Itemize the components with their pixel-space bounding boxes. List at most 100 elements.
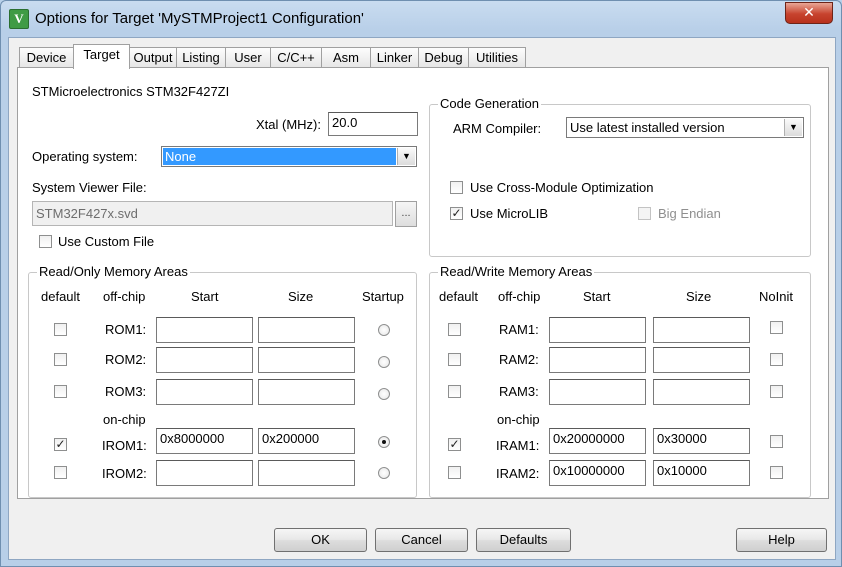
- use-custom-file-label: Use Custom File: [58, 234, 155, 249]
- chevron-down-icon[interactable]: ▼: [784, 119, 802, 136]
- irom2-start-input[interactable]: [156, 460, 253, 486]
- iram2-size-input[interactable]: 0x10000: [653, 460, 750, 486]
- ram1-default-checkbox[interactable]: [448, 323, 461, 336]
- big-endian-checkbox: [638, 207, 651, 220]
- ok-button[interactable]: OK: [274, 528, 367, 552]
- svd-input: STM32F427x.svd: [32, 201, 393, 226]
- tab-output[interactable]: Output: [129, 47, 177, 68]
- irom2-default-checkbox[interactable]: [54, 466, 67, 479]
- iram1-size-input[interactable]: 0x30000: [653, 428, 750, 454]
- iram2-noinit-checkbox[interactable]: [770, 466, 783, 479]
- arm-compiler-label: ARM Compiler:: [453, 121, 542, 136]
- ram1-noinit-checkbox[interactable]: [770, 321, 783, 334]
- rom2-startup-radio[interactable]: [378, 356, 390, 368]
- tab-user[interactable]: User: [225, 47, 271, 68]
- iram2-default-checkbox[interactable]: [448, 466, 461, 479]
- ram1-start-input[interactable]: [549, 317, 646, 343]
- use-microlib-checkbox[interactable]: ✓: [450, 207, 463, 220]
- tab-debug[interactable]: Debug: [418, 47, 469, 68]
- tab-cpp[interactable]: C/C++: [270, 47, 322, 68]
- ram2-noinit-checkbox[interactable]: [770, 353, 783, 366]
- ram3-default-checkbox[interactable]: [448, 385, 461, 398]
- rom3-start-input[interactable]: [156, 379, 253, 405]
- tab-utilities[interactable]: Utilities: [468, 47, 526, 68]
- rom2-size-input[interactable]: [258, 347, 355, 373]
- keil-app-icon: V: [9, 9, 29, 29]
- rom1-startup-radio[interactable]: [378, 324, 390, 336]
- rom1-size-input[interactable]: [258, 317, 355, 343]
- rom1-start-input[interactable]: [156, 317, 253, 343]
- code-generation-title: Code Generation: [438, 96, 542, 111]
- rom2-start-input[interactable]: [156, 347, 253, 373]
- ram1-size-input[interactable]: [653, 317, 750, 343]
- ram3-size-input[interactable]: [653, 379, 750, 405]
- use-custom-file-checkbox[interactable]: [39, 235, 52, 248]
- irom2-label: IROM2:: [102, 466, 147, 481]
- readwrite-memory-title: Read/Write Memory Areas: [438, 264, 595, 279]
- ram3-start-input[interactable]: [549, 379, 646, 405]
- dialog-client: Device Target Output Listing User C/C++ …: [8, 37, 836, 560]
- rom-header-startup: Startup: [362, 289, 404, 304]
- cross-module-optimization-label: Use Cross-Module Optimization: [470, 180, 654, 195]
- tab-listing[interactable]: Listing: [176, 47, 226, 68]
- svd-browse-button[interactable]: ...: [395, 201, 417, 227]
- ram-header-offchip: off-chip: [498, 289, 541, 304]
- irom1-startup-radio[interactable]: [378, 436, 390, 448]
- irom1-label: IROM1:: [102, 438, 147, 453]
- readonly-memory-title: Read/Only Memory Areas: [37, 264, 190, 279]
- cross-module-optimization-checkbox[interactable]: [450, 181, 463, 194]
- rom-header-start: Start: [191, 289, 219, 304]
- ram2-size-input[interactable]: [653, 347, 750, 373]
- readonly-memory-group: Read/Only Memory Areas default off-chip …: [28, 264, 417, 498]
- os-select[interactable]: None ▼: [161, 146, 417, 167]
- rom3-startup-radio[interactable]: [378, 388, 390, 400]
- ram-header-start: Start: [583, 289, 611, 304]
- rom-header-offchip: off-chip: [103, 289, 146, 304]
- defaults-button[interactable]: Defaults: [476, 528, 571, 552]
- irom1-size-input[interactable]: 0x200000: [258, 428, 355, 454]
- title-bar[interactable]: V Options for Target 'MySTMProject1 Conf…: [1, 1, 841, 37]
- use-microlib-label: Use MicroLIB: [470, 206, 549, 221]
- ram2-start-input[interactable]: [549, 347, 646, 373]
- rom2-default-checkbox[interactable]: [54, 353, 67, 366]
- rom2-label: ROM2:: [105, 352, 147, 367]
- readwrite-memory-group: Read/Write Memory Areas default off-chip…: [429, 264, 811, 498]
- xtal-label: Xtal (MHz):: [256, 117, 321, 132]
- ram3-noinit-checkbox[interactable]: [770, 385, 783, 398]
- tab-linker[interactable]: Linker: [370, 47, 419, 68]
- iram1-label: IRAM1:: [496, 438, 540, 453]
- tab-asm[interactable]: Asm: [321, 47, 371, 68]
- close-button[interactable]: ✕: [785, 2, 833, 24]
- code-generation-group: Code Generation ARM Compiler: Use latest…: [429, 96, 811, 257]
- ram-onchip-label: on-chip: [497, 412, 540, 427]
- rom-header-size: Size: [288, 289, 314, 304]
- irom1-start-input[interactable]: 0x8000000: [156, 428, 253, 454]
- device-name: STMicroelectronics STM32F427ZI: [32, 84, 230, 99]
- arm-compiler-value: Use latest installed version: [570, 120, 725, 135]
- irom2-startup-radio[interactable]: [378, 467, 390, 479]
- rom3-default-checkbox[interactable]: [54, 385, 67, 398]
- ram2-label: RAM2:: [499, 352, 539, 367]
- iram1-noinit-checkbox[interactable]: [770, 435, 783, 448]
- rom-onchip-label: on-chip: [103, 412, 146, 427]
- options-window: V Options for Target 'MySTMProject1 Conf…: [0, 0, 842, 567]
- arm-compiler-select[interactable]: Use latest installed version ▼: [566, 117, 804, 138]
- iram1-default-checkbox[interactable]: ✓: [448, 438, 461, 451]
- iram1-start-input[interactable]: 0x20000000: [549, 428, 646, 454]
- xtal-input[interactable]: 20.0: [328, 112, 418, 136]
- rom1-default-checkbox[interactable]: [54, 323, 67, 336]
- irom1-default-checkbox[interactable]: ✓: [54, 438, 67, 451]
- chevron-down-icon[interactable]: ▼: [397, 148, 415, 165]
- tab-device[interactable]: Device: [19, 47, 74, 68]
- cancel-button[interactable]: Cancel: [375, 528, 468, 552]
- rom3-size-input[interactable]: [258, 379, 355, 405]
- help-button[interactable]: Help: [736, 528, 827, 552]
- tab-target[interactable]: Target: [73, 44, 130, 69]
- iram2-start-input[interactable]: 0x10000000: [549, 460, 646, 486]
- rom-header-default: default: [41, 289, 81, 304]
- ram2-default-checkbox[interactable]: [448, 353, 461, 366]
- rom1-label: ROM1:: [105, 322, 147, 337]
- irom2-size-input[interactable]: [258, 460, 355, 486]
- os-label: Operating system:: [32, 149, 138, 164]
- svd-label: System Viewer File:: [32, 180, 147, 195]
